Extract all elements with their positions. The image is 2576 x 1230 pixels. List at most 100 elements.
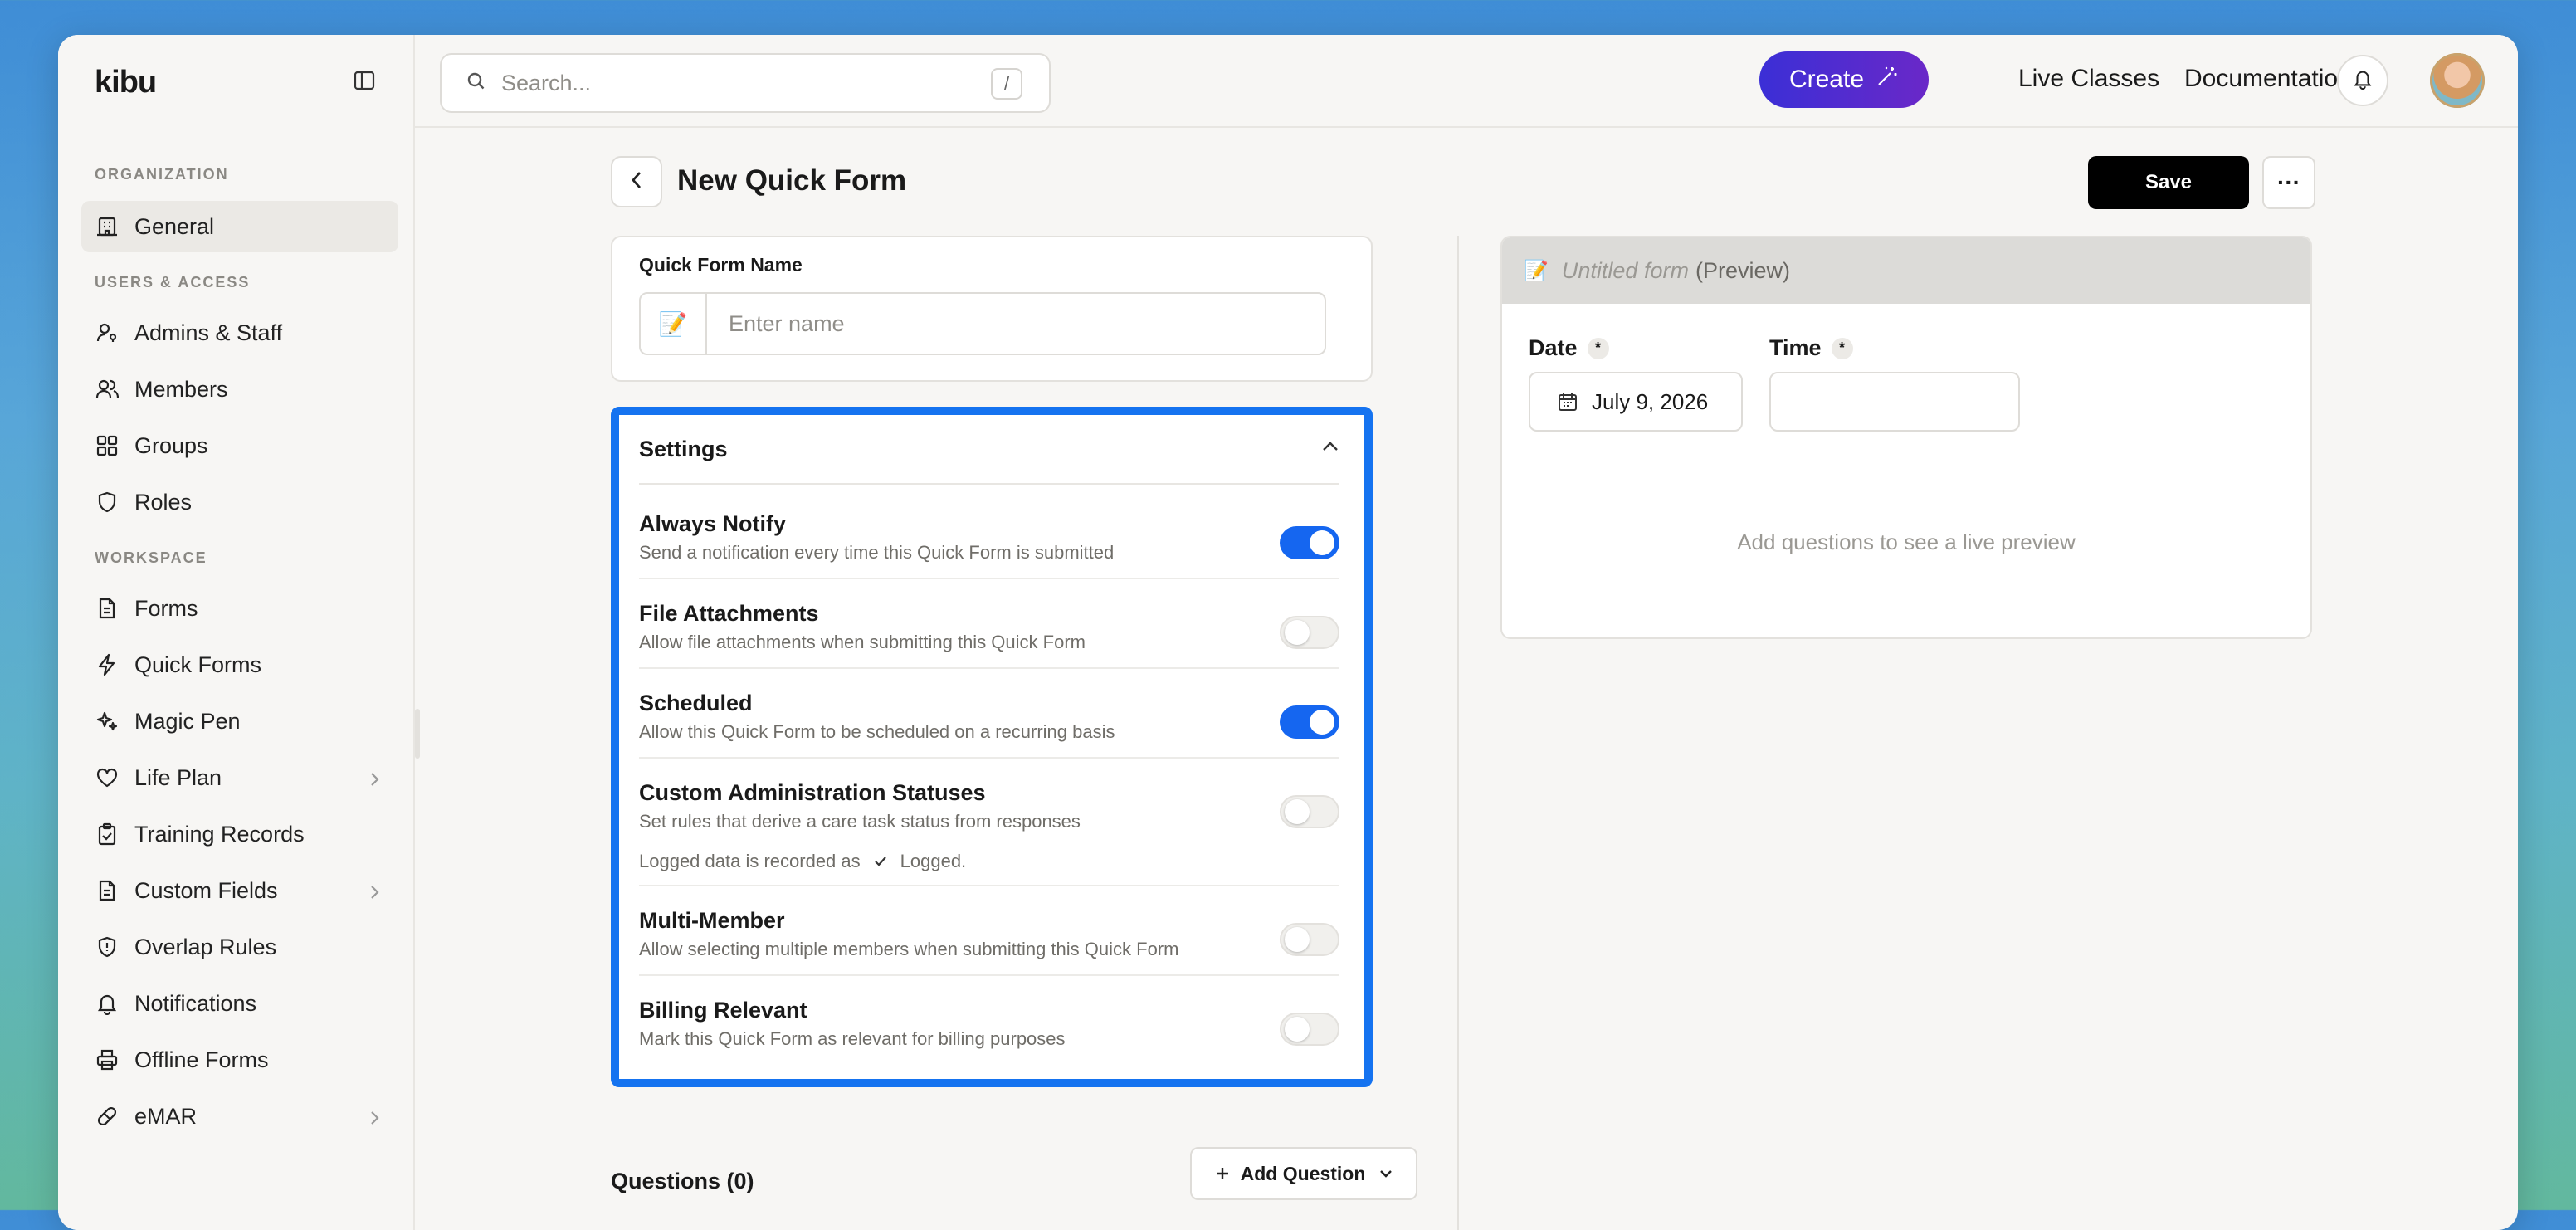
section-label-users-access: USERS & ACCESS xyxy=(95,274,251,290)
setting-description: Allow file attachments when submitting t… xyxy=(639,632,1086,652)
page-title: New Quick Form xyxy=(677,164,907,197)
setting-billing-relevant: Billing Relevant Mark this Quick Form as… xyxy=(639,998,1339,1050)
required-indicator: * xyxy=(1587,337,1609,359)
quick-form-name-field[interactable]: 📝 xyxy=(639,292,1326,355)
sidebar-item-label: General xyxy=(134,213,215,239)
more-icon: ··· xyxy=(2277,169,2300,195)
sidebar-item-label: Training Records xyxy=(134,821,305,847)
bell-icon xyxy=(2352,68,2374,94)
emoji-picker-icon[interactable]: 📝 xyxy=(641,294,707,354)
check-icon xyxy=(872,853,889,870)
date-value: July 9, 2026 xyxy=(1592,388,1709,414)
sidebar-item-label: Groups xyxy=(134,432,208,458)
users-icon xyxy=(95,377,120,402)
sidebar-item-custom-fields[interactable]: Custom Fields xyxy=(81,865,398,916)
sidebar-item-label: Notifications xyxy=(134,990,257,1016)
document-icon xyxy=(95,596,120,621)
sidebar-item-members[interactable]: Members xyxy=(81,364,398,415)
sidebar-item-notifications[interactable]: Notifications xyxy=(81,978,398,1029)
sidebar-item-offline-forms[interactable]: Offline Forms xyxy=(81,1034,398,1086)
setting-description: Set rules that derive a care task status… xyxy=(639,811,1081,832)
shield-alert-icon xyxy=(95,935,120,959)
setting-title: Scheduled xyxy=(639,691,753,715)
add-question-button[interactable]: Add Question xyxy=(1190,1147,1417,1200)
live-classes-link[interactable]: Live Classes xyxy=(2018,65,2159,93)
setting-description: Mark this Quick Form as relevant for bil… xyxy=(639,1028,1066,1049)
search-shortcut-key: / xyxy=(991,68,1022,100)
top-header: Search... / Create Live Classes Document… xyxy=(415,35,2518,128)
sidebar-item-overlap-rules[interactable]: Overlap Rules xyxy=(81,921,398,973)
chevron-right-icon xyxy=(368,769,380,794)
plus-icon xyxy=(1214,1165,1231,1182)
sidebar-resize-handle[interactable] xyxy=(415,709,420,759)
setting-always-notify: Always Notify Send a notification every … xyxy=(639,511,1339,564)
setting-file-attachments: File Attachments Allow file attachments … xyxy=(639,601,1339,653)
sidebar-item-roles[interactable]: Roles xyxy=(81,476,398,528)
time-label-text: Time xyxy=(1769,335,1822,360)
chevron-right-icon xyxy=(368,1107,380,1133)
add-question-label: Add Question xyxy=(1240,1162,1366,1184)
memo-icon: 📝 xyxy=(1524,259,1549,282)
calendar-icon xyxy=(1557,391,1578,412)
documentation-link[interactable]: Documentation xyxy=(2184,65,2352,93)
sidebar-item-life-plan[interactable]: Life Plan xyxy=(81,752,398,803)
sidebar-item-label: Life Plan xyxy=(134,764,222,790)
clipboard-check-icon xyxy=(95,822,120,847)
more-options-button[interactable]: ··· xyxy=(2262,156,2315,209)
sidebar-item-forms[interactable]: Forms xyxy=(81,583,398,634)
sidebar-item-general[interactable]: General xyxy=(81,201,398,252)
required-indicator: * xyxy=(1831,337,1853,359)
divider xyxy=(639,483,1339,485)
sidebar-item-emar[interactable]: eMAR xyxy=(81,1091,398,1142)
setting-title: Always Notify xyxy=(639,511,787,536)
lightning-icon xyxy=(95,652,120,677)
notifications-button[interactable] xyxy=(2337,55,2388,106)
create-button[interactable]: Create xyxy=(1759,51,1929,108)
setting-title: Custom Administration Statuses xyxy=(639,780,986,805)
sidebar-item-label: Quick Forms xyxy=(134,652,262,677)
section-label-workspace: WORKSPACE xyxy=(95,549,207,566)
date-field[interactable]: July 9, 2026 xyxy=(1529,372,1743,432)
sidebar: kibu ORGANIZATION General USERS & ACCESS… xyxy=(58,35,415,1230)
always-notify-toggle[interactable] xyxy=(1280,526,1339,559)
time-field[interactable] xyxy=(1769,372,2020,432)
sidebar-item-label: eMAR xyxy=(134,1103,198,1129)
questions-count-label: Questions (0) xyxy=(611,1169,754,1193)
shield-icon xyxy=(95,490,120,515)
settings-card: Settings Always Notify Send a notificati… xyxy=(611,407,1373,1087)
sidebar-item-quick-forms[interactable]: Quick Forms xyxy=(81,639,398,691)
sidebar-item-label: Admins & Staff xyxy=(134,320,283,345)
quick-form-name-input[interactable] xyxy=(727,310,1228,338)
magic-wand-icon xyxy=(1876,65,1899,95)
search-input[interactable]: Search... / xyxy=(440,53,1051,113)
sidebar-toggle-icon[interactable] xyxy=(354,70,375,91)
billing-relevant-toggle[interactable] xyxy=(1280,1013,1339,1046)
setting-multi-member: Multi-Member Allow selecting multiple me… xyxy=(639,908,1339,960)
back-button[interactable] xyxy=(611,156,662,207)
setting-title: Multi-Member xyxy=(639,908,785,933)
setting-description: Send a notification every time this Quic… xyxy=(639,542,1115,563)
date-label: Date * xyxy=(1529,335,1609,361)
chevron-right-icon xyxy=(368,881,380,907)
user-key-icon xyxy=(95,320,120,345)
logged-note-value: Logged. xyxy=(900,851,967,871)
chevron-up-icon[interactable] xyxy=(1321,440,1339,457)
bell-icon xyxy=(95,991,120,1016)
custom-admin-statuses-toggle[interactable] xyxy=(1280,795,1339,828)
save-button[interactable]: Save xyxy=(2088,156,2249,209)
sidebar-item-magic-pen[interactable]: Magic Pen xyxy=(81,696,398,747)
sidebar-item-training-records[interactable]: Training Records xyxy=(81,808,398,860)
file-attachments-toggle[interactable] xyxy=(1280,616,1339,649)
chevron-down-icon xyxy=(1378,1168,1393,1179)
user-avatar[interactable] xyxy=(2430,53,2485,108)
multi-member-toggle[interactable] xyxy=(1280,923,1339,956)
quick-form-name-label: Quick Form Name xyxy=(639,254,803,276)
create-label: Create xyxy=(1788,66,1865,93)
sidebar-item-groups[interactable]: Groups xyxy=(81,420,398,471)
sidebar-item-admins-staff[interactable]: Admins & Staff xyxy=(81,307,398,359)
panel-divider xyxy=(1457,236,1459,1230)
preview-tag: (Preview) xyxy=(1695,257,1790,283)
divider xyxy=(639,885,1339,886)
sidebar-item-label: Magic Pen xyxy=(134,708,241,734)
scheduled-toggle[interactable] xyxy=(1280,705,1339,739)
